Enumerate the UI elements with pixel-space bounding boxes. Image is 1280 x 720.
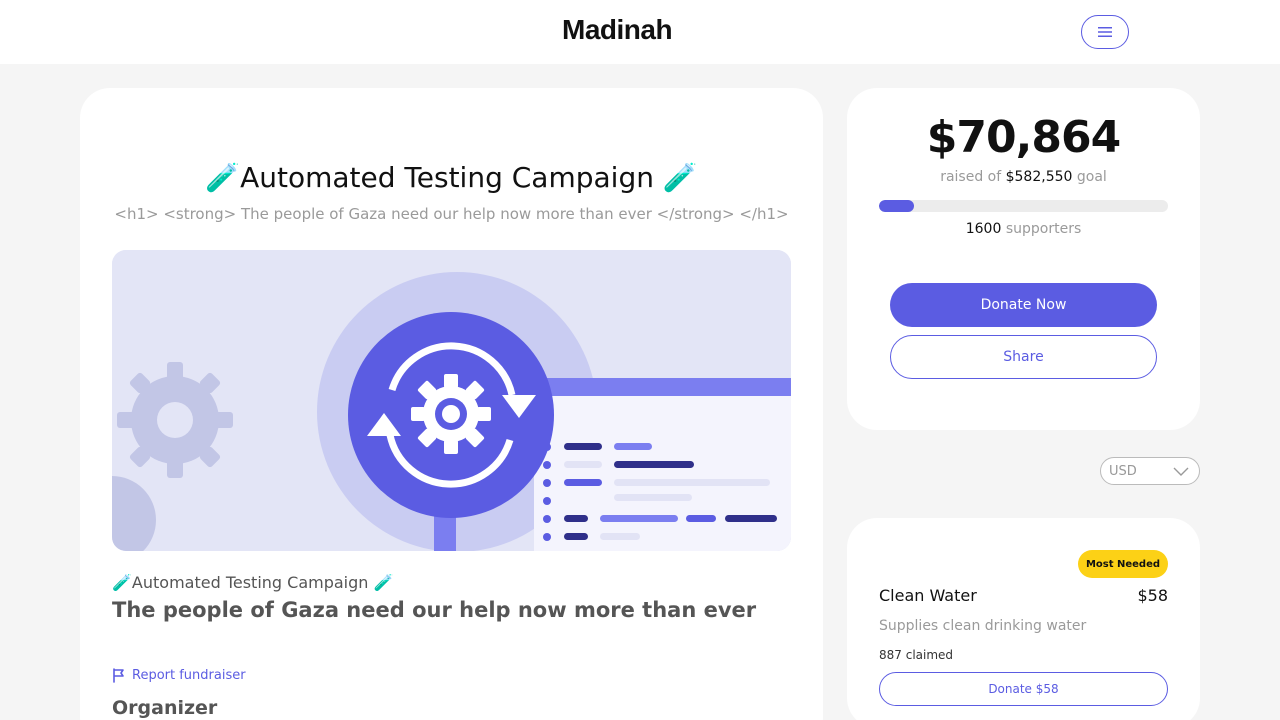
menu-button[interactable] [1081,15,1129,49]
campaign-small-title: 🧪Automated Testing Campaign 🧪 [112,573,394,592]
raised-amount: $70,864 [926,112,1121,163]
impact-item-card: Most Needed Clean Water $58 Supplies cle… [847,518,1200,720]
item-price: $58 [1137,586,1168,605]
item-claimed-count: 887 claimed [879,648,954,662]
share-button[interactable]: Share [890,335,1157,379]
goal-line: raised of $582,550 goal [847,169,1200,185]
currency-selected-value: USD [1109,463,1137,479]
raised-of-label: raised of [940,169,1002,185]
organizer-heading: Organizer [112,697,218,719]
campaign-card: 🧪Automated Testing Campaign 🧪 <h1> <stro… [80,88,823,720]
donate-now-button[interactable]: Donate Now [890,283,1157,327]
goal-label: goal [1076,169,1107,185]
item-description: Supplies clean drinking water [879,618,1087,634]
chevron-down-icon [1173,467,1189,476]
report-fundraiser-label: Report fundraiser [132,668,246,683]
campaign-title: 🧪Automated Testing Campaign 🧪 [205,161,698,194]
campaign-headline: The people of Gaza need our help now mor… [112,598,757,622]
flag-icon [113,668,124,683]
report-fundraiser-link[interactable]: Report fundraiser [112,668,246,683]
supporters-count: 1600 [965,221,1002,237]
donate-item-button[interactable]: Donate $58 [879,672,1168,706]
donation-summary-card: $70,864 raised of $582,550 goal 1600 sup… [847,88,1200,430]
gear-sync-icon [112,250,791,551]
supporters-line: 1600 supporters [847,221,1200,237]
top-bar: Madinah [0,0,1280,64]
progress-bar [879,200,1168,212]
logo[interactable]: Madinah [562,14,673,46]
item-name: Clean Water [879,586,977,605]
hamburger-icon [1098,27,1112,37]
supporters-label: supporters [1005,221,1082,237]
most-needed-badge: Most Needed [1078,550,1168,578]
campaign-subtitle: <h1> <strong> The people of Gaza need ou… [114,205,789,223]
currency-select[interactable]: USD [1100,457,1200,485]
goal-amount: $582,550 [1005,169,1073,185]
campaign-hero-image [112,250,791,551]
progress-fill [879,200,915,212]
